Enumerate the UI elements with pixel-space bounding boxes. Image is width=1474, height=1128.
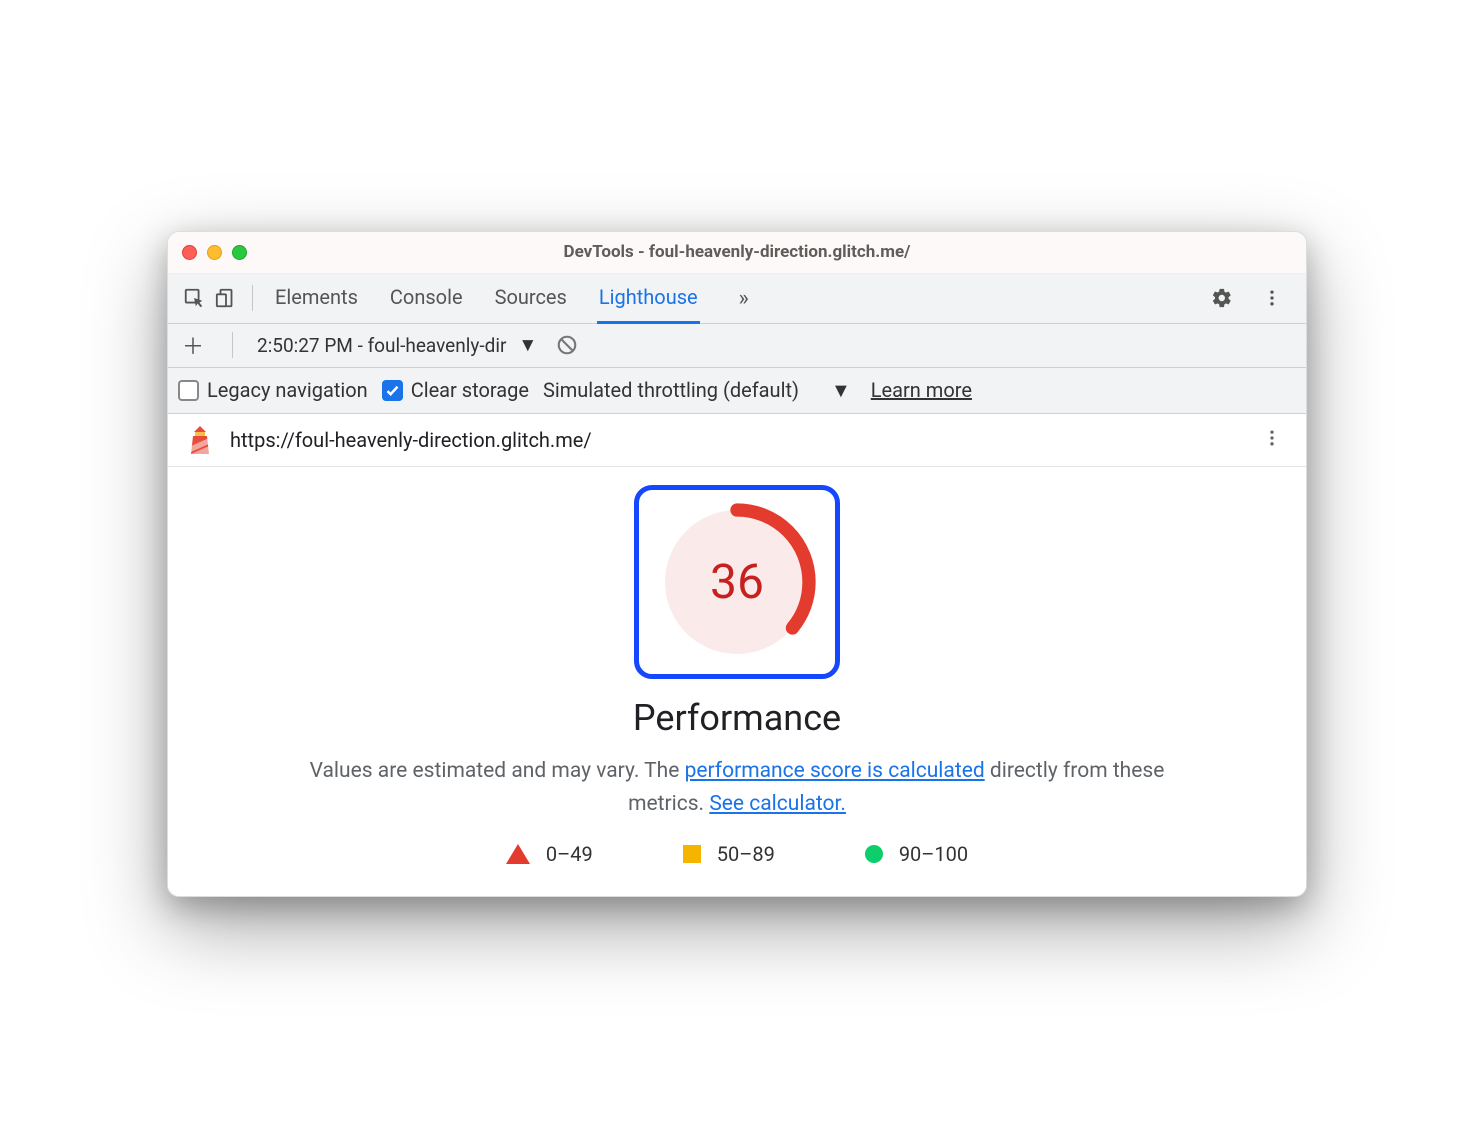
report-header: https://foul-heavenly-direction.glitch.m… xyxy=(168,414,1306,467)
legend-avg-range: 50–89 xyxy=(717,842,775,866)
tab-sources[interactable]: Sources xyxy=(493,273,569,324)
report-label: 2:50:27 PM - foul-heavenly-dir xyxy=(257,334,506,357)
clear-report-icon[interactable] xyxy=(551,329,583,361)
new-report-button[interactable]: ＋ xyxy=(178,329,208,361)
devtools-tabs: Elements Console Sources Lighthouse » xyxy=(273,273,1206,324)
legacy-label: Legacy navigation xyxy=(207,378,368,402)
lighthouse-toolbar: ＋ 2:50:27 PM - foul-heavenly-dir ▼ xyxy=(168,324,1306,368)
report-menu-icon[interactable] xyxy=(1254,428,1290,452)
score-calc-link[interactable]: performance score is calculated xyxy=(685,759,985,783)
legacy-checkbox[interactable] xyxy=(178,380,199,401)
report-url: https://foul-heavenly-direction.glitch.m… xyxy=(230,428,1254,452)
throttle-label: Simulated throttling (default) xyxy=(543,378,799,402)
learn-more-link[interactable]: Learn more xyxy=(871,378,972,402)
minimize-window-button[interactable] xyxy=(207,245,222,260)
lighthouse-options: Legacy navigation Clear storage Simulate… xyxy=(168,368,1306,414)
titlebar: DevTools - foul-heavenly-direction.glitc… xyxy=(168,232,1306,274)
kebab-menu-icon[interactable] xyxy=(1256,282,1288,314)
triangle-fail-icon xyxy=(506,844,530,864)
legend-pass: 90–100 xyxy=(865,842,968,866)
tab-lighthouse[interactable]: Lighthouse xyxy=(597,273,700,324)
devtools-tabs-row: Elements Console Sources Lighthouse » xyxy=(168,274,1306,324)
help-prefix: Values are estimated and may vary. The xyxy=(310,759,685,783)
settings-gear-icon[interactable] xyxy=(1206,282,1238,314)
legend-fail: 0–49 xyxy=(506,842,593,866)
lighthouse-logo-icon xyxy=(184,424,216,456)
inspect-element-icon[interactable] xyxy=(178,282,210,314)
report-main: 36 Performance Values are estimated and … xyxy=(168,467,1306,896)
devtools-window: DevTools - foul-heavenly-direction.glitc… xyxy=(167,231,1307,897)
dropdown-caret-icon: ▼ xyxy=(518,333,537,357)
divider xyxy=(232,332,233,358)
throttling-selector[interactable]: Simulated throttling (default) ▼ xyxy=(543,378,851,403)
tab-elements[interactable]: Elements xyxy=(273,273,360,324)
close-window-button[interactable] xyxy=(182,245,197,260)
legend-fail-range: 0–49 xyxy=(546,842,593,866)
square-average-icon xyxy=(683,845,701,863)
legacy-navigation-option[interactable]: Legacy navigation xyxy=(178,378,368,402)
dropdown-caret-icon: ▼ xyxy=(831,378,851,403)
category-title: Performance xyxy=(188,697,1286,739)
tab-console[interactable]: Console xyxy=(388,273,465,324)
device-toolbar-icon[interactable] xyxy=(210,282,242,314)
score-highlight-frame: 36 xyxy=(634,485,840,679)
divider xyxy=(252,285,253,311)
circle-pass-icon xyxy=(865,845,883,863)
performance-score: 36 xyxy=(657,502,817,662)
traffic-lights xyxy=(182,245,247,260)
zoom-window-button[interactable] xyxy=(232,245,247,260)
clear-storage-label: Clear storage xyxy=(411,378,529,402)
more-tabs-icon[interactable]: » xyxy=(728,282,760,314)
window-title: DevTools - foul-heavenly-direction.glitc… xyxy=(168,242,1306,262)
score-legend: 0–49 50–89 90–100 xyxy=(188,842,1286,866)
score-helptext: Values are estimated and may vary. The p… xyxy=(307,755,1167,820)
report-selector[interactable]: 2:50:27 PM - foul-heavenly-dir ▼ xyxy=(257,333,537,357)
legend-pass-range: 90–100 xyxy=(899,842,968,866)
performance-gauge[interactable]: 36 xyxy=(657,502,817,662)
legend-average: 50–89 xyxy=(683,842,775,866)
tabs-actions xyxy=(1206,282,1296,314)
clear-storage-option[interactable]: Clear storage xyxy=(382,378,529,402)
clear-storage-checkbox[interactable] xyxy=(382,380,403,401)
see-calculator-link[interactable]: See calculator. xyxy=(709,792,846,816)
